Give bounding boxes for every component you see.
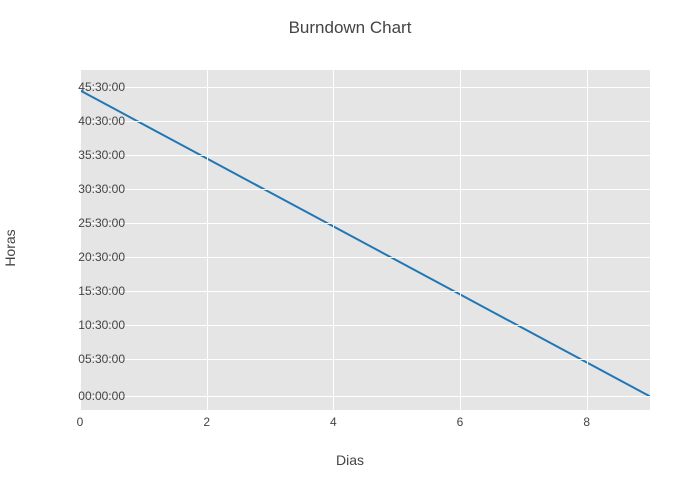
grid-line-h [80, 189, 650, 190]
x-tick-label: 2 [192, 415, 222, 429]
y-tick-label: 20:30:00 [55, 250, 125, 264]
x-axis-label: Dias [0, 452, 700, 468]
y-tick-label: 25:30:00 [55, 216, 125, 230]
grid-line-h [80, 87, 650, 88]
grid-line-h [80, 396, 650, 397]
y-axis-label: Horas [2, 229, 18, 266]
y-tick-label: 45:30:00 [55, 80, 125, 94]
x-tick-label: 0 [65, 415, 95, 429]
plot-area [80, 70, 650, 410]
grid-line-h [80, 223, 650, 224]
chart-title: Burndown Chart [0, 18, 700, 38]
grid-line-h [80, 359, 650, 360]
y-tick-label: 30:30:00 [55, 182, 125, 196]
burndown-chart: Burndown Chart Horas Dias 00:00:00 05:30:… [0, 0, 700, 500]
grid-line-h [80, 291, 650, 292]
x-tick-label: 4 [318, 415, 348, 429]
y-tick-label: 15:30:00 [55, 284, 125, 298]
y-tick-label: 35:30:00 [55, 148, 125, 162]
grid-line-h [80, 325, 650, 326]
y-tick-label: 00:00:00 [55, 389, 125, 403]
y-tick-label: 40:30:00 [55, 114, 125, 128]
grid-line-h [80, 121, 650, 122]
grid-line-v [333, 70, 334, 410]
y-tick-label: 10:30:00 [55, 318, 125, 332]
grid-line-v [207, 70, 208, 410]
x-tick-label: 8 [572, 415, 602, 429]
grid-line-v [587, 70, 588, 410]
grid-line-h [80, 155, 650, 156]
x-tick-label: 6 [445, 415, 475, 429]
y-tick-label: 05:30:00 [55, 352, 125, 366]
grid-line-v [460, 70, 461, 410]
grid-line-h [80, 257, 650, 258]
